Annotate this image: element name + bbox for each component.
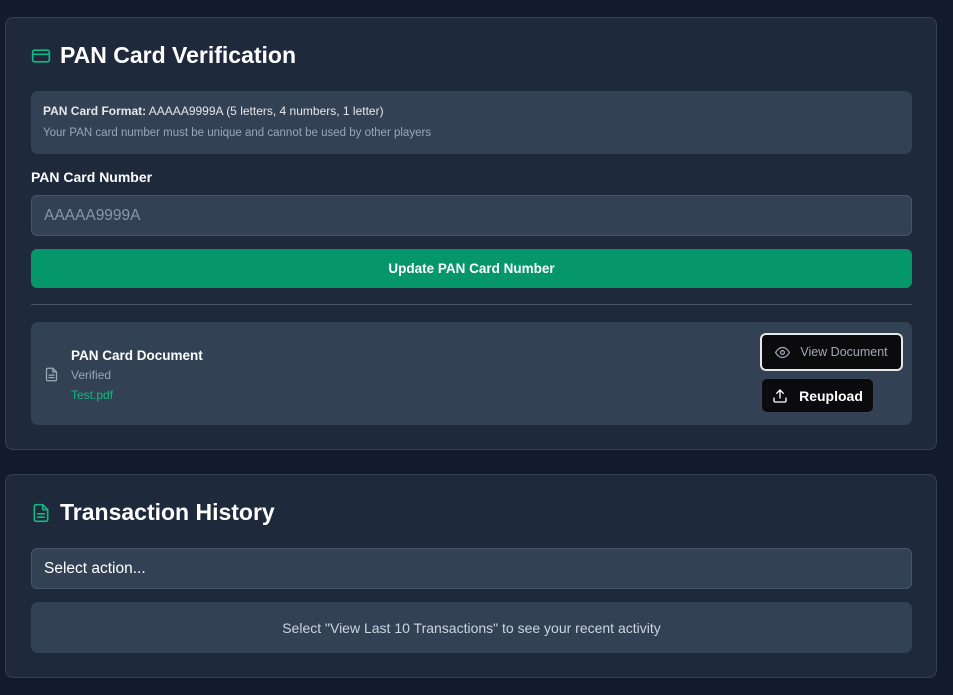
pan-uniqueness-note: Your PAN card number must be unique and … xyxy=(43,127,432,139)
pan-section-title-text: PAN Card Verification xyxy=(60,42,297,68)
pan-format-label: PAN Card Format: xyxy=(43,104,147,118)
view-document-label: View Document xyxy=(800,345,888,359)
file-icon xyxy=(44,366,59,383)
pan-format-value: AAAAA9999A (5 letters, 4 numbers, 1 lett… xyxy=(146,104,384,118)
reupload-label: Reupload xyxy=(799,387,863,404)
select-value: Select action... xyxy=(44,559,146,577)
upload-icon xyxy=(772,388,788,404)
document-status: Verified xyxy=(71,368,112,382)
transaction-action-select[interactable]: Select action... xyxy=(31,548,912,589)
transactions-empty-state: Select "View Last 10 Transactions" to se… xyxy=(31,602,912,653)
file-text-icon xyxy=(31,503,51,523)
eye-icon xyxy=(775,345,791,360)
empty-state-message: Select "View Last 10 Transactions" to se… xyxy=(282,619,661,636)
pan-format-info: PAN Card Format: AAAAA9999A (5 letters, … xyxy=(31,91,912,154)
credit-card-icon xyxy=(31,46,51,66)
pan-document-panel: PAN Card Document Verified Test.pdf View… xyxy=(31,322,912,425)
view-document-button[interactable]: View Document xyxy=(760,333,903,371)
transaction-history-card: Transaction History Select action... Sel… xyxy=(5,474,937,678)
pan-number-label: PAN Card Number xyxy=(31,169,153,185)
transaction-section-title-text: Transaction History xyxy=(60,499,275,525)
pan-number-input[interactable] xyxy=(31,195,912,236)
document-file-link[interactable]: Test.pdf xyxy=(71,388,113,402)
reupload-button[interactable]: Reupload xyxy=(761,378,874,413)
transaction-section-title: Transaction History xyxy=(31,499,275,526)
pan-section-title: PAN Card Verification xyxy=(31,42,296,69)
pan-verification-card: PAN Card Verification PAN Card Format: A… xyxy=(5,17,937,450)
section-divider xyxy=(31,304,912,305)
document-name: PAN Card Document xyxy=(71,348,203,363)
update-pan-button[interactable]: Update PAN Card Number xyxy=(31,249,912,288)
